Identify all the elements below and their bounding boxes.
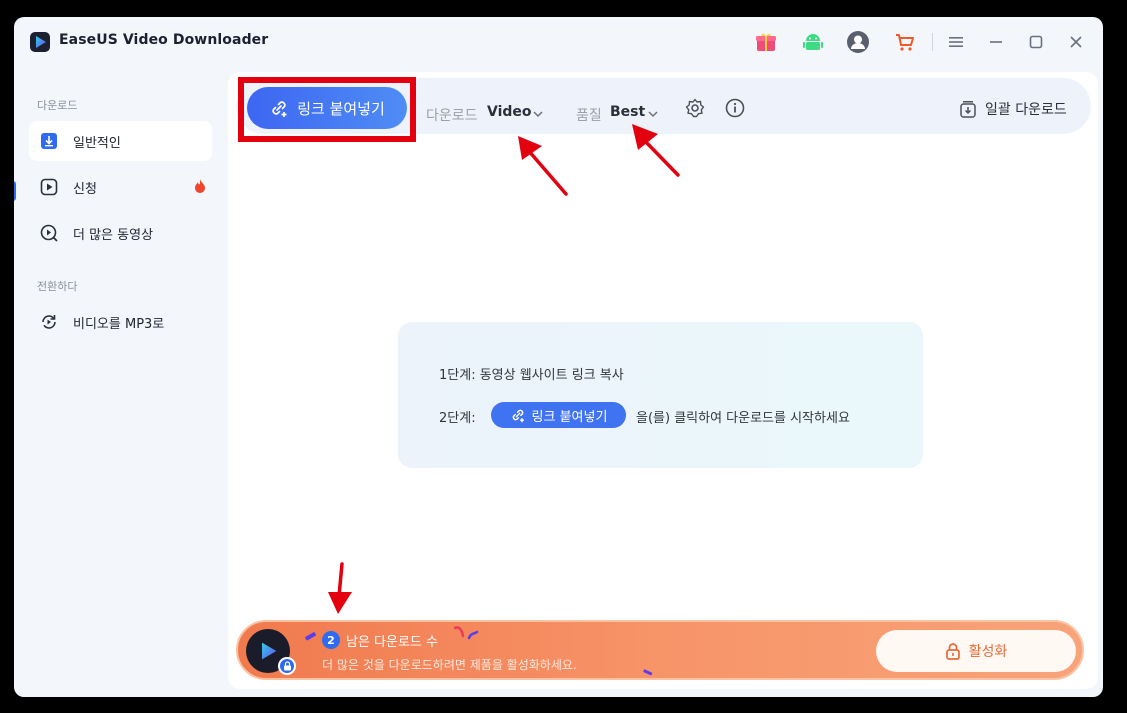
convert-icon xyxy=(39,312,59,332)
minimize-icon[interactable] xyxy=(984,30,1008,54)
info-icon[interactable] xyxy=(724,97,746,119)
android-icon[interactable] xyxy=(801,30,825,54)
app-title: EaseUS Video Downloader xyxy=(59,32,269,48)
menu-icon[interactable] xyxy=(944,30,968,54)
sidebar-item-label: 신청 xyxy=(73,181,97,197)
chevron-down-icon[interactable] xyxy=(532,105,544,124)
account-icon[interactable] xyxy=(846,30,870,54)
play-search-icon xyxy=(39,223,59,243)
remaining-downloads-title: 남은 다운로드 수 xyxy=(346,635,438,650)
batch-download-icon xyxy=(959,100,977,118)
sidebar-item-label: 더 많은 동영상 xyxy=(73,227,154,243)
sidebar-item-apply[interactable]: 신청 xyxy=(29,167,212,207)
confetti-icon xyxy=(304,626,318,645)
activation-banner: 2 남은 다운로드 수 더 많은 것을 다운로드하려면 제품을 활성화하세요. … xyxy=(236,620,1084,680)
annotation-arrow xyxy=(626,120,684,184)
quality-label: 품질 xyxy=(576,108,602,124)
settings-gear-icon[interactable] xyxy=(684,97,706,119)
remaining-count-badge: 2 xyxy=(322,631,340,649)
close-icon[interactable] xyxy=(1064,30,1088,54)
link-plus-icon xyxy=(510,407,526,423)
step-2-paste-link-button[interactable]: 링크 붙여넣기 xyxy=(491,402,626,428)
maximize-icon[interactable] xyxy=(1024,30,1048,54)
confetti-icon xyxy=(453,624,480,646)
download-type-label: 다운로드 xyxy=(426,108,478,124)
fire-icon xyxy=(194,179,206,197)
activation-hint: 더 많은 것을 다운로드하려면 제품을 활성화하세요. xyxy=(322,658,577,672)
app-window: EaseUS Video Downloader 다운로드 일반적인 신청 더 많… xyxy=(14,17,1103,697)
gift-icon[interactable] xyxy=(754,30,778,54)
app-logo-icon xyxy=(30,32,50,52)
activate-label: 활성화 xyxy=(968,644,1008,660)
sidebar-item-general[interactable]: 일반적인 xyxy=(29,121,212,161)
activate-button[interactable]: 활성화 xyxy=(876,630,1076,672)
play-square-icon xyxy=(39,177,59,197)
sidebar-item-video-to-mp3[interactable]: 비디오를 MP3로 xyxy=(29,302,212,342)
batch-download-label: 일괄 다운로드 xyxy=(985,102,1067,118)
download-type-select[interactable]: Video xyxy=(487,104,532,120)
annotation-arrow xyxy=(508,128,570,202)
annotation-arrow xyxy=(324,562,356,620)
sidebar-item-label: 일반적인 xyxy=(73,135,121,151)
sidebar-item-label: 비디오를 MP3로 xyxy=(73,316,165,332)
sidebar-section-download: 다운로드 xyxy=(37,99,78,112)
step-1-text: 1단계: 동영상 웹사이트 링크 복사 xyxy=(439,368,624,383)
confetti-icon xyxy=(642,662,654,681)
cart-icon[interactable] xyxy=(893,30,917,54)
step-2-text: 을(를) 클릭하여 다운로드를 시작하세요 xyxy=(636,411,850,426)
batch-download-button[interactable]: 일괄 다운로드 xyxy=(959,99,1067,119)
quality-select[interactable]: Best xyxy=(610,104,645,120)
sidebar: 다운로드 일반적인 신청 더 많은 동영상 전환하다 비디오를 MP3로 xyxy=(14,67,224,697)
active-indicator xyxy=(14,181,16,201)
sidebar-section-convert: 전환하다 xyxy=(37,280,78,293)
step-2-button-label: 링크 붙여넣기 xyxy=(531,409,608,425)
instructions-card: 1단계: 동영상 웹사이트 링크 복사 2단계: 링크 붙여넣기 을(를) 클릭… xyxy=(398,322,923,468)
annotation-highlight-box xyxy=(238,77,416,142)
lock-icon xyxy=(945,642,961,660)
sidebar-item-more-videos[interactable]: 더 많은 동영상 xyxy=(29,213,212,253)
download-box-icon xyxy=(39,131,59,151)
step-2-label: 2단계: xyxy=(439,411,476,426)
lock-badge-icon xyxy=(278,657,296,675)
title-bar: EaseUS Video Downloader xyxy=(14,17,1103,67)
title-separator xyxy=(932,33,933,51)
